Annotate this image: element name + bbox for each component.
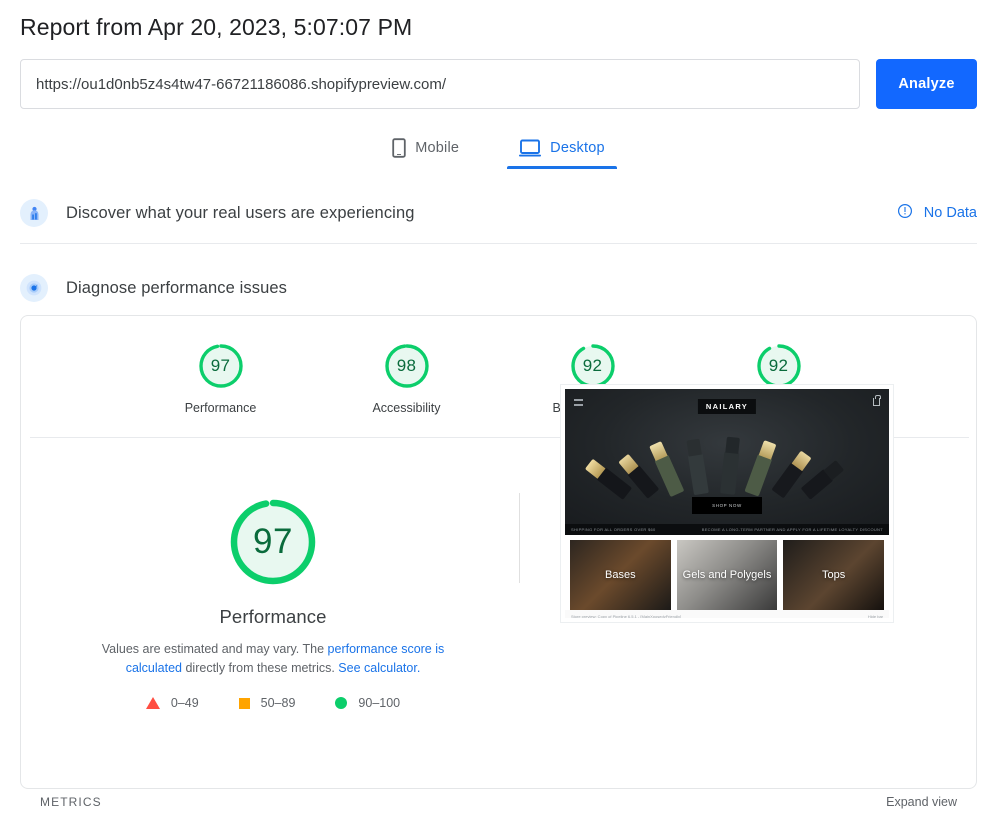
analyze-button[interactable]: Analyze [876,59,977,109]
announcement-left: SHIPPING FOR ALL ORDERS OVER $60 [571,527,656,532]
category-label: Tops [822,568,846,581]
legend-item-pass: 90–100 [335,696,400,710]
announcement-right: BECOME A LONG-TERM PARTNER AND APPLY FOR… [701,527,883,532]
category-card-bases[interactable]: Bases [570,540,671,610]
no-data-label: No Data [923,205,977,221]
page-title: Report from Apr 20, 2023, 5:07:07 PM [20,14,413,40]
thumbnail-inner: NAILARY SHOP NOW SHIPPING FOR ALL ORDERS… [565,389,889,618]
desc-text-1: Values are estimated and may vary. The [101,642,328,656]
score-ring: 92 [569,342,617,390]
score-ring: 97 [197,342,245,390]
expand-view-button[interactable]: Expand view [886,795,957,809]
shop-now-button[interactable]: SHOP NOW [692,497,762,514]
thumbnail-hero: NAILARY SHOP NOW [565,389,889,524]
lab-data-title: Diagnose performance issues [66,278,287,297]
legend-range-pass: 90–100 [358,696,401,710]
section-divider [20,243,977,244]
metrics-heading: METRICS [40,795,102,809]
preview-bar-left: Store preview: Copy of Pipeline 6.5.1 - … [571,614,682,618]
url-analyze-row: Analyze [20,59,977,109]
performance-heading: Performance [219,606,327,627]
score-ring: 92 [755,342,803,390]
tab-mobile-label: Mobile [415,140,460,156]
score-ring: 98 [383,342,431,390]
vertical-divider [519,493,520,583]
circle-marker-icon [335,697,348,709]
page-screenshot-thumbnail[interactable]: NAILARY SHOP NOW SHIPPING FOR ALL ORDERS… [560,384,894,623]
legend-item-average: 50–89 [238,696,296,710]
score-gauge-performance[interactable]: 97 Performance [161,342,281,415]
category-label: Bases [605,568,636,581]
legend-range-average: 50–89 [260,696,296,710]
store-preview-bar: Store preview: Copy of Pipeline 6.5.1 - … [565,610,889,618]
tab-mobile[interactable]: Mobile [390,132,461,169]
performance-ring: 97 [226,495,320,589]
field-data-section-header: Discover what your real users are experi… [0,190,997,236]
field-data-title: Discover what your real users are experi… [66,203,415,222]
performance-score-value: 97 [253,522,293,561]
gauge-icon [20,274,48,302]
see-calculator-link[interactable]: See calculator. [338,661,420,675]
info-circle-icon [897,203,913,223]
performance-summary: 97 Performance Values are estimated and … [43,495,503,710]
preview-bar-right[interactable]: Hide bar [868,614,883,618]
legend-item-fail: 0–49 [145,696,199,710]
url-input[interactable] [20,59,860,109]
score-label: Accessibility [372,401,441,415]
performance-description: Values are estimated and may vary. The p… [73,640,473,678]
desktop-icon [519,139,542,157]
score-value: 98 [396,356,417,375]
score-gauge-accessibility[interactable]: 98 Accessibility [347,342,467,415]
score-value: 92 [582,356,603,375]
desc-text-2: directly from these metrics. [182,661,339,675]
score-value: 92 [768,356,789,375]
hero-product-bottles [584,416,845,500]
hamburger-menu-icon [574,399,583,406]
tab-desktop[interactable]: Desktop [507,132,617,169]
pagespeed-report-page: Report from Apr 20, 2023, 5:07:07 PM Ana… [0,0,997,815]
site-logo: NAILARY [697,399,757,414]
category-label: Gels and Polygels [682,568,772,581]
score-label: Performance [184,401,257,415]
metrics-footer: METRICS Expand view [21,789,976,815]
category-card-tops[interactable]: Tops [783,540,885,610]
square-marker-icon [238,697,250,709]
score-value: 97 [210,356,231,375]
category-card-gels[interactable]: Gels and Polygels [676,540,778,610]
category-cards: Bases Gels and Polygels Tops [565,535,889,610]
score-legend: 0–49 50–89 90–100 [145,696,400,710]
device-tabs: Mobile Desktop [0,132,997,169]
lab-data-section-header: Diagnose performance issues [0,265,997,311]
announcement-bar: SHIPPING FOR ALL ORDERS OVER $60 BECOME … [565,524,889,535]
real-users-icon [20,199,48,227]
legend-range-fail: 0–49 [170,696,199,710]
tab-desktop-label: Desktop [550,140,605,156]
cart-icon [873,395,881,406]
triangle-marker-icon [145,697,160,709]
field-data-status[interactable]: No Data [897,203,977,223]
mobile-icon [392,138,406,158]
